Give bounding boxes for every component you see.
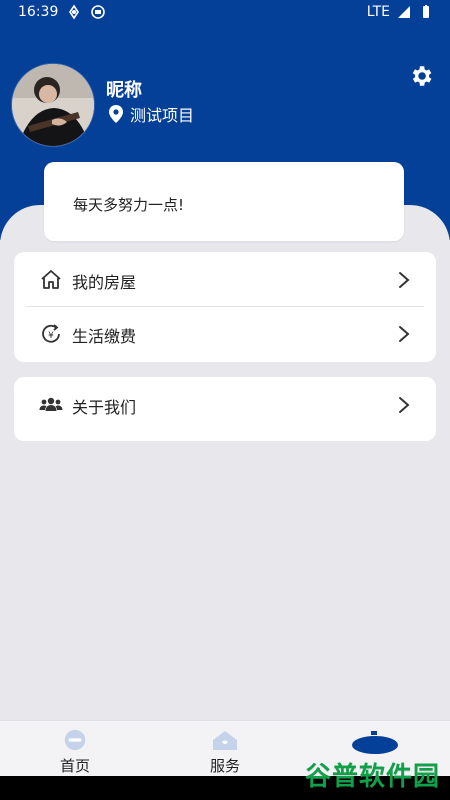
tab-home[interactable]: 首页 <box>0 729 150 776</box>
status-notification-icons <box>66 4 106 20</box>
menu-item-label: 生活缴费 <box>72 327 137 346</box>
circle-app-icon <box>91 5 105 19</box>
network-type: LTE <box>366 4 390 20</box>
menu-item-life-payment[interactable]: ¥ 生活缴费 <box>14 306 436 360</box>
tab-service-label: 服务 <box>209 757 240 775</box>
chevron-right-icon <box>399 272 410 288</box>
menu-item-about-us[interactable]: 关于我们 <box>14 377 436 431</box>
menu-item-label: 关于我们 <box>72 398 137 417</box>
nickname: 昵称 <box>106 80 142 101</box>
house-icon <box>41 270 61 289</box>
status-right: LTE <box>367 4 434 20</box>
project-selector[interactable]: 测试项目 <box>108 102 194 126</box>
tab-home-label: 首页 <box>59 757 90 775</box>
signal-icon <box>398 6 410 18</box>
payment-icon: ¥ <box>42 324 60 343</box>
menu-item-label: 我的房屋 <box>72 273 137 292</box>
location-pin-icon <box>109 105 123 123</box>
settings-gear-icon[interactable] <box>408 63 434 89</box>
users-icon <box>39 397 63 411</box>
motto-text: 每天多努力一点! <box>73 196 185 214</box>
menu-item-my-house[interactable]: 我的房屋 <box>14 252 436 306</box>
app-icon <box>69 4 79 20</box>
avatar[interactable] <box>12 64 94 146</box>
home-badge-icon <box>64 729 86 751</box>
svg-text:¥: ¥ <box>48 331 54 341</box>
battery-icon <box>423 5 429 18</box>
chevron-right-icon <box>399 397 410 413</box>
status-time: 16:39 <box>18 4 59 20</box>
menu-card-secondary: 关于我们 <box>14 377 436 441</box>
status-bar: 16:39 LTE <box>0 0 450 24</box>
project-name: 测试项目 <box>130 106 195 125</box>
tab-service[interactable]: 服务 <box>150 729 300 776</box>
watermark-text: 谷普软件园 <box>304 762 440 792</box>
menu-card-primary: 我的房屋 ¥ 生活缴费 <box>14 252 436 362</box>
avatar-image <box>12 64 94 146</box>
service-house-icon <box>213 731 237 750</box>
profile-tab-icon <box>352 731 398 754</box>
motto-card: 每天多努力一点! <box>44 162 404 241</box>
chevron-right-icon <box>399 326 410 342</box>
